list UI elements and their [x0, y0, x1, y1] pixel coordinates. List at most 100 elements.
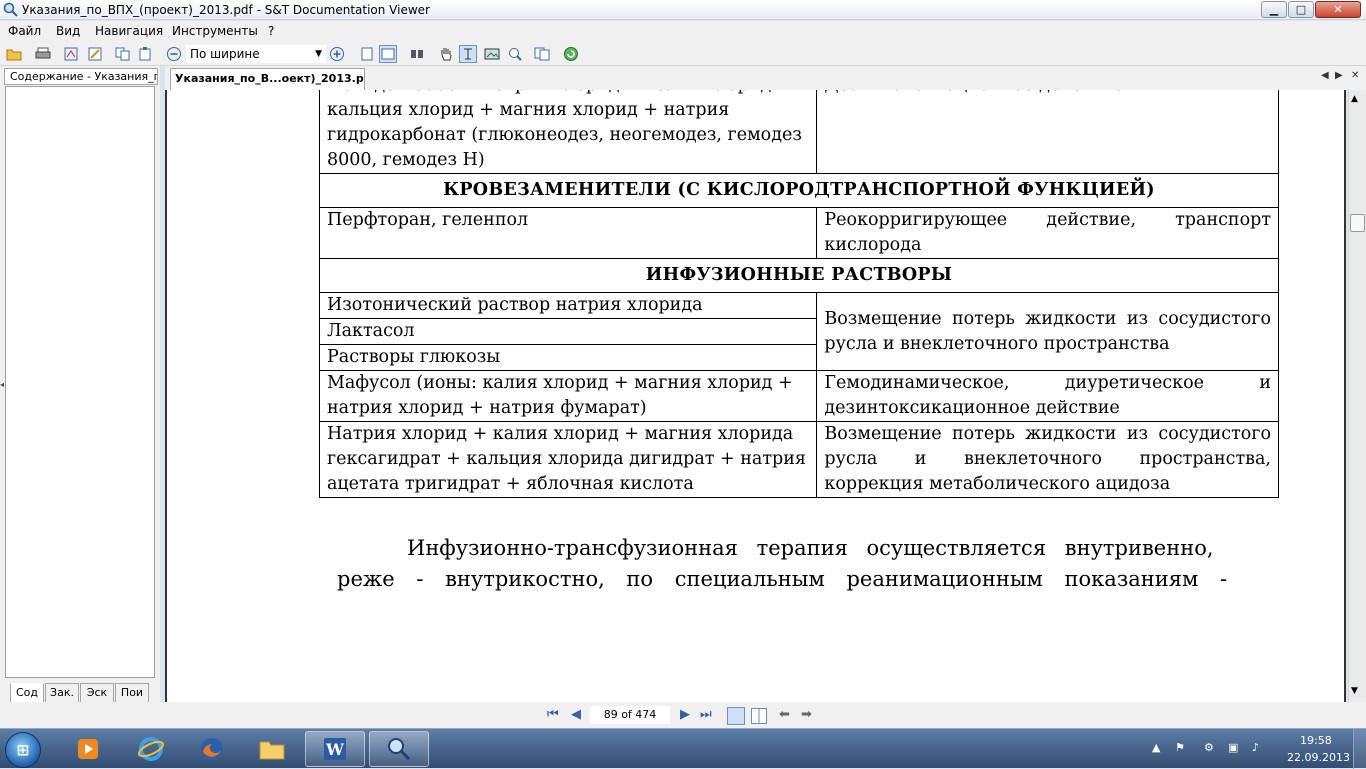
documentation-viewer-icon: [3, 2, 18, 17]
close-button[interactable]: ✕: [1315, 1, 1361, 18]
paragraph-line: Инфузионно-трансфузионная терапия осущес…: [407, 536, 1214, 560]
minimize-button[interactable]: ▁: [1261, 1, 1287, 18]
tab-prev-icon[interactable]: ◀: [1321, 70, 1329, 81]
toolbar: По ширине ▼: [0, 42, 1366, 66]
tab-contents[interactable]: Сод: [10, 683, 44, 703]
tab-thumbnails[interactable]: Эск: [80, 683, 114, 703]
snapshot-icon[interactable]: [483, 45, 501, 63]
maximize-button[interactable]: □: [1288, 1, 1314, 18]
menu-file[interactable]: Файл: [8, 24, 41, 38]
paragraph-line: реже - внутрикостно, по специальным реан…: [337, 567, 1228, 591]
refresh-icon[interactable]: [562, 45, 580, 63]
table-cell: Перфторан, геленпол: [318, 207, 818, 259]
paste-icon[interactable]: [137, 45, 155, 63]
print-icon[interactable]: [34, 45, 52, 63]
table-row: Повидон 8000 + натрия хлорид + калия хло…: [318, 90, 1279, 174]
menu-view[interactable]: Вид: [56, 24, 80, 38]
table-cell: Гемодинамическое, диуретическое и дезинт…: [816, 370, 1279, 422]
next-page-icon[interactable]: ▶: [680, 707, 690, 722]
tab-search[interactable]: Пои: [115, 683, 149, 703]
clock-time[interactable]: 19:58: [1300, 734, 1332, 747]
firefox-icon[interactable]: [182, 731, 242, 767]
chevron-down-icon: ▼: [315, 49, 322, 59]
table-row: Натрия хлорид + калия хлорид + магния хл…: [318, 421, 1279, 498]
show-hidden-icons-icon[interactable]: ▲: [1152, 741, 1160, 754]
edit-icon[interactable]: [86, 45, 104, 63]
menu-tools[interactable]: Инструменты: [172, 24, 258, 38]
table-cell: Лактасол: [318, 318, 818, 345]
table-cell: Возмещение потерь жидкости из сосудистог…: [816, 421, 1279, 498]
clock-date[interactable]: 22.09.2013: [1287, 751, 1350, 764]
scroll-up-icon[interactable]: ▲: [1351, 94, 1358, 104]
table-cell: Реокорригирующее действие, транспорт кис…: [816, 207, 1279, 259]
tab-close-icon[interactable]: ✕: [1351, 70, 1359, 81]
title-bar: Указания_по_ВПХ_(проект)_2013.pdf - S&T …: [0, 0, 1366, 20]
explorer-folder-icon[interactable]: [242, 731, 302, 767]
contents-panel-header[interactable]: Содержание - Указания_по_ВПХ: [4, 68, 158, 85]
vertical-scrollbar[interactable]: ▲ ▼: [1348, 90, 1366, 702]
window-title: Указания_по_ВПХ_(проект)_2013.pdf - S&T …: [22, 3, 430, 17]
first-page-icon[interactable]: ⏮: [547, 707, 559, 722]
table-cell: Натрия хлорид + калия хлорид + магния хл…: [318, 421, 818, 498]
page-number-field[interactable]: 89 of 474: [590, 706, 670, 724]
document-tab[interactable]: Указания_по_В...оект)_2013.pdf: [170, 68, 365, 90]
zoom-out-icon[interactable]: [165, 45, 183, 63]
document-view[interactable]: Повидон 8000 + натрия хлорид + калия хло…: [165, 90, 1346, 702]
last-page-icon[interactable]: ⏭: [700, 707, 712, 722]
menu-bar: Файл Вид Навигация Инструменты ?: [0, 21, 1366, 42]
forward-icon[interactable]: ➡: [801, 707, 812, 722]
table-row: Перфторан, геленпол Реокорригирующее дей…: [318, 207, 1279, 259]
volume-icon[interactable]: ♪: [1252, 741, 1259, 754]
table-cell: Растворы глюкозы: [318, 344, 818, 371]
svg-text:W: W: [325, 740, 345, 759]
duplicate-icon[interactable]: [533, 45, 551, 63]
single-page-view-icon[interactable]: [727, 707, 745, 725]
table-cell: Мафусол (ионы: калия хлорид + магния хло…: [318, 370, 818, 422]
network-icon[interactable]: ▣: [1228, 741, 1238, 754]
two-page-view-icon[interactable]: [751, 708, 767, 724]
panel-splitter-icon[interactable]: ◂: [0, 380, 4, 389]
magnifier-tool-icon[interactable]: [506, 45, 524, 63]
left-panel: Содержание - Указания_по_ВПХ Сод Зак. Эс…: [0, 66, 160, 706]
zoom-value: По ширине: [190, 47, 260, 61]
hand-tool-icon[interactable]: [437, 45, 455, 63]
menu-help[interactable]: ?: [268, 24, 274, 38]
taskbar: ⊞ W ▲ ⚑ ⚙ ▣ ♪ 19:58 22.09.2013: [0, 728, 1366, 769]
start-button[interactable]: ⊞: [5, 732, 41, 768]
table-row: Мафусол (ионы: калия хлорид + магния хло…: [318, 370, 1279, 422]
menu-navigation[interactable]: Навигация: [95, 24, 163, 38]
copy-icon[interactable]: [114, 45, 132, 63]
document-table: Повидон 8000 + натрия хлорид + калия хло…: [318, 90, 1279, 498]
document-tab-strip: Указания_по_В...оект)_2013.pdf ◀ ▶ ✕: [165, 66, 1366, 90]
internet-explorer-icon[interactable]: [121, 731, 181, 767]
table-row: ИНФУЗИОННЫЕ РАСТВОРЫ: [319, 258, 1279, 293]
security-tray-icon[interactable]: ⚑: [1175, 741, 1185, 754]
zoom-in-icon[interactable]: [328, 45, 346, 63]
scroll-down-icon[interactable]: ▼: [1351, 686, 1358, 696]
single-page-icon[interactable]: [358, 45, 376, 63]
table-section-heading: ИНФУЗИОННЫЕ РАСТВОРЫ: [319, 258, 1279, 293]
page-navigation-bar: ⏮ ◀ 89 of 474 ▶ ⏭ ⬅ ➡: [0, 702, 1366, 728]
table-row: Изотонический раствор натрия хлорида Воз…: [318, 292, 1279, 371]
word-icon[interactable]: W: [305, 731, 365, 767]
previous-page-icon[interactable]: ◀: [571, 707, 581, 722]
table-row: КРОВЕЗАМЕНИТЕЛИ (С КИСЛОРОДТРАНСПОРТНОЙ …: [319, 173, 1279, 208]
show-desktop-button[interactable]: [1353, 729, 1366, 769]
open-folder-icon[interactable]: [5, 45, 23, 63]
table-cell: Дезинтоксикационное действие: [816, 90, 1279, 174]
magnifier-viewer-icon[interactable]: [369, 731, 429, 767]
tab-next-icon[interactable]: ▶: [1335, 70, 1343, 81]
zoom-select[interactable]: По ширине ▼: [186, 45, 326, 63]
table-section-heading: КРОВЕЗАМЕНИТЕЛИ (С КИСЛОРОДТРАНСПОРТНОЙ …: [319, 173, 1279, 208]
scroll-thumb[interactable]: [1350, 214, 1365, 232]
fit-width-icon[interactable]: [379, 45, 397, 63]
export-icon[interactable]: [62, 45, 80, 63]
media-player-icon[interactable]: [58, 731, 118, 767]
contents-tree[interactable]: [5, 86, 155, 678]
find-icon[interactable]: [408, 45, 426, 63]
table-cell: Возмещение потерь жидкости из сосудистог…: [816, 292, 1279, 371]
tab-bookmarks[interactable]: Зак.: [45, 683, 79, 703]
text-select-icon[interactable]: [459, 45, 477, 63]
device-tray-icon[interactable]: ⚙: [1204, 741, 1214, 754]
back-icon[interactable]: ⬅: [779, 707, 790, 722]
